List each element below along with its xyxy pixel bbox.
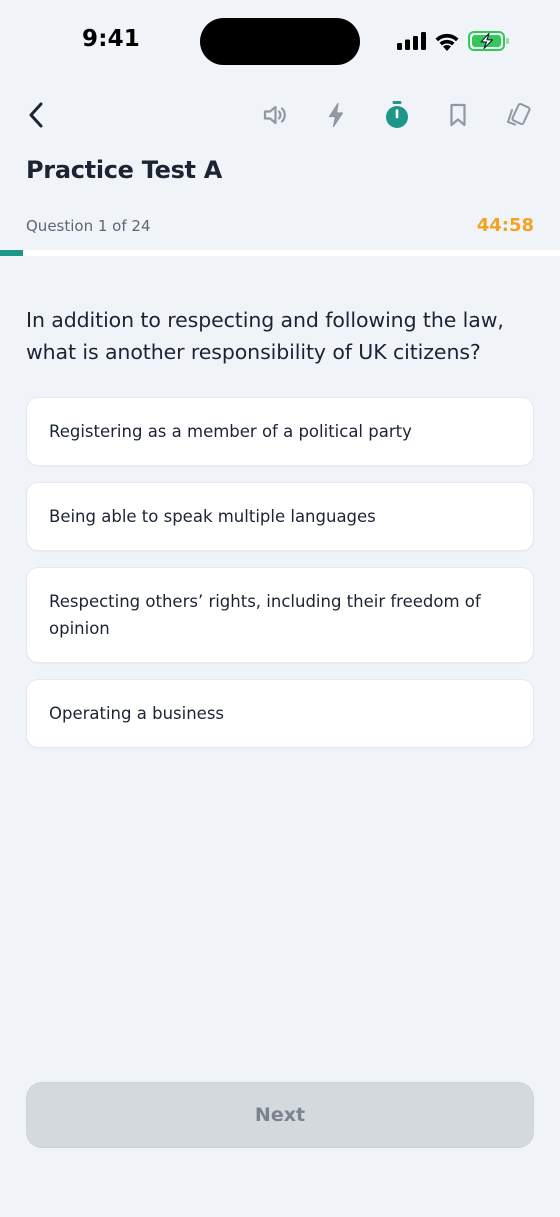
answer-list: Registering as a member of a political p… bbox=[26, 397, 534, 764]
progress-bar bbox=[0, 250, 560, 256]
stopwatch-icon bbox=[386, 101, 408, 128]
page-title: Practice Test A bbox=[26, 156, 223, 184]
timer-button[interactable] bbox=[374, 92, 420, 138]
bookmark-icon bbox=[450, 103, 466, 127]
progress-fill bbox=[0, 250, 24, 256]
cards-icon bbox=[507, 102, 531, 126]
answer-option[interactable]: Being able to speak multiple languages bbox=[26, 482, 534, 551]
battery-charging-icon bbox=[468, 31, 509, 51]
answer-option[interactable]: Registering as a member of a political p… bbox=[26, 397, 534, 466]
wifi-icon bbox=[435, 33, 459, 51]
answer-option[interactable]: Respecting others’ rights, including the… bbox=[26, 567, 534, 663]
dynamic-island bbox=[200, 18, 360, 65]
quick-mode-button[interactable] bbox=[313, 92, 359, 138]
question-text: In addition to respecting and following … bbox=[26, 308, 504, 364]
next-button[interactable]: Next bbox=[26, 1082, 534, 1148]
status-time: 9:41 bbox=[82, 26, 141, 52]
flashcards-button[interactable] bbox=[496, 92, 542, 138]
status-bar: 9:41 bbox=[0, 0, 560, 84]
answer-option[interactable]: Operating a business bbox=[26, 679, 534, 748]
cellular-signal-icon bbox=[397, 32, 426, 50]
countdown-timer: 44:58 bbox=[476, 215, 534, 236]
speaker-icon bbox=[263, 105, 286, 125]
question-counter: Question 1 of 24 bbox=[26, 217, 151, 235]
top-toolbar bbox=[0, 92, 560, 138]
bookmark-button[interactable] bbox=[435, 92, 481, 138]
lightning-icon bbox=[328, 102, 344, 128]
back-button[interactable] bbox=[14, 92, 60, 138]
audio-button[interactable] bbox=[252, 92, 298, 138]
back-chevron-icon bbox=[29, 102, 43, 128]
